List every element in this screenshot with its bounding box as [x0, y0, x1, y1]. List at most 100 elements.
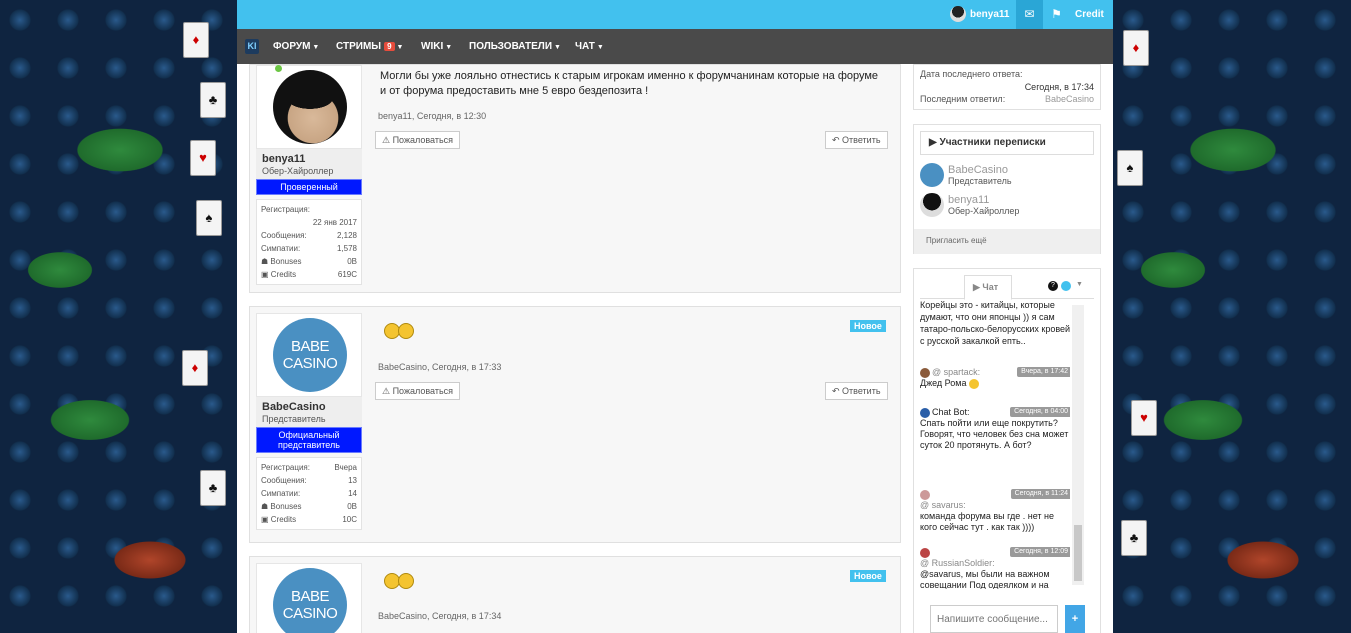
user-menu[interactable]: benya11	[950, 6, 1009, 22]
avatar-box[interactable]: BABE CASINO	[256, 563, 362, 633]
chat-scrollbar[interactable]	[1072, 305, 1084, 585]
nav-chat[interactable]: ЧАТ ▼	[575, 41, 604, 52]
report-button[interactable]: ⚠ Пожаловаться	[375, 131, 461, 149]
participant[interactable]: BabeCasino Представитель	[920, 163, 1012, 187]
last-by-value[interactable]: BabeCasino	[1045, 94, 1094, 104]
report-button[interactable]: ⚠ Пожаловаться	[375, 382, 461, 400]
tab-label: Чат	[982, 282, 999, 292]
chat-message: Сегодня, в 11:24 @ savarus: команда фору…	[920, 489, 1070, 533]
avatar-box[interactable]	[256, 65, 362, 149]
nav-wiki[interactable]: WIKI ▼	[421, 41, 452, 52]
stat-label: Симпатии:	[261, 489, 301, 498]
chat-message: Сегодня, в 12:09 @ RussianSoldier: @sava…	[920, 547, 1070, 589]
reply-icon: ↶	[832, 135, 843, 145]
participant-name[interactable]: benya11	[948, 194, 1019, 206]
nav-label: ФОРУМ	[273, 41, 311, 52]
post-meta[interactable]: BabeCasino, Сегодня, в 17:34	[378, 611, 501, 621]
background-right: ♦ ♠ ♥ ♣	[1113, 0, 1351, 633]
post: BABE CASINO Новое BabeCasino, Сегодня, в…	[249, 556, 901, 633]
user-badge: Официальный представитель	[256, 427, 362, 453]
avatar: BABE CASINO	[273, 318, 347, 392]
chat-timestamp: Сегодня, в 04:00	[1010, 407, 1070, 417]
thread-info: Дата последнего ответа: Сегодня, в 17:34…	[913, 64, 1101, 110]
chevron-down-icon[interactable]: ▼	[1076, 281, 1083, 288]
nav-label: ПОЛЬЗОВАТЕЛИ	[469, 41, 553, 52]
play-icon: ▶	[929, 137, 940, 148]
chevron-down-icon: ▼	[554, 44, 561, 51]
author-name[interactable]: BabeCasino	[262, 401, 356, 413]
user-badge: Проверенный	[256, 179, 362, 195]
post-meta[interactable]: benya11, Сегодня, в 12:30	[378, 111, 486, 121]
bot-avatar-icon	[920, 407, 930, 418]
nav-users[interactable]: ПОЛЬЗОВАТЕЛИ ▼	[469, 41, 561, 52]
chat-author[interactable]: @ RussianSoldier:	[920, 558, 1070, 569]
card-decoration: ♠	[1117, 150, 1143, 186]
top-bar: benya11 ✉ ⚑ Credit	[237, 0, 1113, 29]
flag-icon[interactable]: ⚑	[1043, 0, 1070, 29]
logo-icon[interactable]: KI	[245, 39, 259, 54]
chat-box: ▶ Чат ? ▼ Корейцы это - китайцы, которые…	[913, 268, 1101, 633]
chat-author[interactable]: @ spartack:	[932, 367, 980, 377]
emoji-icon	[384, 571, 418, 589]
invite-link[interactable]: Пригласить ещё	[914, 229, 1100, 254]
reply-button[interactable]: ↶ Ответить	[825, 131, 888, 149]
stat-label: Credits	[270, 515, 297, 524]
send-button[interactable]: +	[1065, 605, 1085, 633]
chat-settings-icon[interactable]	[1061, 281, 1071, 291]
reply-icon: ↶	[832, 386, 843, 396]
card-decoration: ♦	[1123, 30, 1149, 66]
background-left: ♦ ♣ ♥ ♠ ♦ ♣	[0, 0, 237, 633]
stat-label: Bonuses	[270, 502, 302, 511]
chat-messages: Корейцы это - китайцы, которые думают, ч…	[920, 299, 1070, 589]
nav-bar: KI ФОРУМ ▼ СТРИМЫ 9 ▼ WIKI ▼ ПОЛЬЗОВАТЕЛИ ▼ Ч…	[237, 29, 1113, 64]
stat-label: Сообщения:	[261, 231, 307, 240]
stat-value: 10C	[342, 515, 357, 524]
nav-label: ЧАТ	[575, 41, 595, 52]
participant[interactable]: benya11 Обер-Хайроллер	[920, 193, 1019, 217]
chat-message-text: @savarus, мы были на важном совещании По…	[920, 569, 1050, 589]
report-icon: ⚠	[382, 135, 393, 145]
tab-chat[interactable]: ▶ Чат	[964, 275, 1012, 300]
nav-label: СТРИМЫ	[336, 41, 382, 52]
mail-icon[interactable]: ✉	[1016, 0, 1043, 29]
reply-button[interactable]: ↶ Ответить	[825, 382, 888, 400]
card-decoration: ♣	[200, 82, 226, 118]
card-decoration: ♣	[200, 470, 226, 506]
help-icon[interactable]: ?	[1048, 281, 1058, 291]
post-meta[interactable]: BabeCasino, Сегодня, в 17:33	[378, 362, 501, 372]
nav-forum[interactable]: ФОРУМ ▼	[273, 41, 319, 52]
chat-author[interactable]: @ savarus:	[920, 500, 1070, 511]
avatar	[920, 193, 944, 217]
chat-message: @ spartack: Вчера, в 17:42 Джед Рома	[920, 367, 1070, 389]
nav-streams[interactable]: СТРИМЫ 9 ▼	[336, 41, 403, 52]
chat-input[interactable]	[930, 605, 1058, 633]
stat-label: Credits	[270, 270, 297, 279]
credit-link[interactable]: Credit	[1075, 9, 1104, 20]
author-name[interactable]: benya11	[262, 153, 356, 165]
chat-message-text: Спать пойти или еще покрутить? Говорят, …	[920, 418, 1069, 450]
stat-value: 14	[348, 489, 357, 498]
stat-value: 1,578	[336, 244, 357, 253]
reply-label: Ответить	[842, 386, 881, 396]
stat-value[interactable]: 13	[348, 474, 357, 487]
chat-message-text: Корейцы это - китайцы, которые думают, ч…	[920, 300, 1070, 346]
scrollbar-thumb[interactable]	[1074, 525, 1082, 581]
user-name-block: benya11 Обер-Хайроллер	[256, 149, 362, 179]
username: benya11	[970, 8, 1010, 20]
avatar	[950, 6, 966, 22]
participants-title: Участники переписки	[939, 137, 1046, 148]
card-decoration: ♦	[182, 350, 208, 386]
chevron-down-icon: ▼	[596, 44, 604, 51]
stat-value[interactable]: 2,128	[337, 229, 357, 242]
new-badge: Новое	[850, 320, 886, 332]
avatar	[920, 547, 930, 558]
participants-header: ▶ Участники переписки	[920, 131, 1094, 155]
chat-author[interactable]: Chat Bot:	[932, 407, 970, 417]
avatar-box[interactable]: BABE CASINO	[256, 313, 362, 397]
stat-label: Bonuses	[270, 257, 302, 266]
avatar: BABE CASINO	[273, 568, 347, 633]
chat-header: ▶ Чат ? ▼	[920, 275, 1094, 300]
credits-icon: ▣	[261, 515, 271, 524]
participant-name[interactable]: BabeCasino	[948, 164, 1012, 176]
stat-label: Сообщения:	[261, 476, 307, 485]
